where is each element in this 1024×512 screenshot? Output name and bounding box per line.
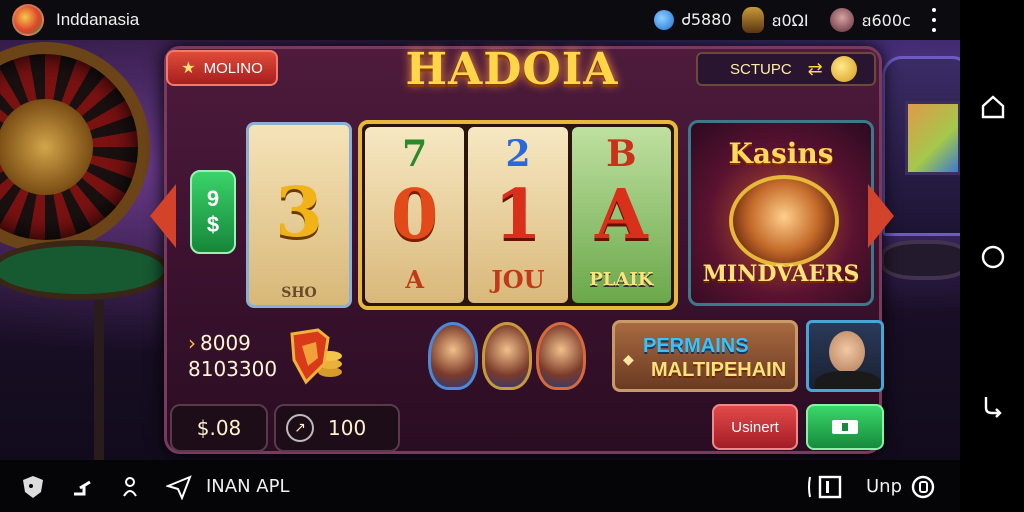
trophy-icon xyxy=(742,7,764,33)
card-icon xyxy=(832,420,858,434)
host-portrait[interactable] xyxy=(806,320,884,392)
next-arrow-button[interactable] xyxy=(868,184,894,248)
trophy-value: ꞛ0ΩΙ xyxy=(772,11,809,30)
shield-coins-icon[interactable] xyxy=(288,328,344,386)
bet-amount: $.08 xyxy=(196,416,242,440)
previous-arrow-button[interactable] xyxy=(150,184,176,248)
status-bar: Inddanasia Ꮷ5880 ꞛ0ΩΙ ꞛ600c xyxy=(0,0,960,40)
host-face-icon xyxy=(829,331,865,373)
reel: B A PLAIK xyxy=(571,127,671,303)
caret-icon: › xyxy=(188,331,196,355)
reel-symbol-bottom: PLAIK xyxy=(589,269,654,290)
red-action-label: Usinert xyxy=(731,418,779,436)
red-action-button[interactable]: Usinert xyxy=(712,404,798,450)
reel-symbol-top: 7 xyxy=(402,133,428,175)
reel-symbol-mid: 3 xyxy=(275,173,323,253)
gems-value: Ꮷ5880 xyxy=(682,10,732,29)
reel-symbol-mid: 1 xyxy=(494,175,542,255)
feature-subtitle: MINDVAERS xyxy=(702,261,860,287)
player-avatar-icon[interactable] xyxy=(428,322,478,390)
shield-icon[interactable] xyxy=(20,474,46,500)
player-avatar-icon[interactable] xyxy=(482,322,532,390)
back-icon[interactable] xyxy=(980,394,1006,420)
book-icon[interactable] xyxy=(806,474,846,500)
reel-symbol-mid: 0 xyxy=(391,175,439,255)
mode-button-label: MOLINO xyxy=(203,59,263,77)
bet-amount-box[interactable]: $.08 xyxy=(170,404,268,452)
single-reel: 3 SHO xyxy=(246,122,352,308)
casino-table-decor xyxy=(0,240,170,300)
system-navigation-bar xyxy=(960,0,1024,512)
lines-value: 100 xyxy=(328,416,367,440)
side-bonus-bottom: $ xyxy=(206,212,220,237)
table-stand-decor xyxy=(94,300,104,460)
reel-symbol-bottom: SHO xyxy=(281,285,317,301)
green-action-button[interactable] xyxy=(806,404,884,450)
lines-icon: ↗ xyxy=(286,414,314,442)
user-icon[interactable] xyxy=(118,474,144,500)
side-bonus-button[interactable]: 9 $ xyxy=(190,170,236,254)
arcade-screen-decor xyxy=(905,101,960,175)
home-icon[interactable] xyxy=(980,94,1006,120)
players-row xyxy=(428,322,588,392)
reel: 2 1 JOU xyxy=(468,127,568,303)
star-icon: ★ xyxy=(181,60,196,77)
swap-arrow-icon: ⇄ xyxy=(807,58,823,79)
reel: 7 0 A xyxy=(365,127,465,303)
jackpot-line1: 8009 xyxy=(200,331,251,355)
bottom-label[interactable]: INAN APL xyxy=(206,476,289,497)
send-icon[interactable] xyxy=(166,474,192,500)
bottom-bar: INAN APL Unp xyxy=(0,460,960,512)
feature-title: Kasins xyxy=(728,137,834,170)
transfer-icon[interactable] xyxy=(70,474,96,500)
jackpot-display: › 8009 8103300 xyxy=(188,330,277,382)
jackpot-line2: 8103300 xyxy=(188,357,278,381)
gem-icon xyxy=(654,10,674,30)
profile-value: ꞛ600c xyxy=(862,11,911,30)
overview-circle-icon[interactable] xyxy=(980,244,1006,270)
app-logo-icon[interactable] xyxy=(12,4,44,36)
reel-symbol-bottom: JOU xyxy=(491,265,545,294)
reel-group: 7 0 A 2 1 JOU B A PLAIK xyxy=(358,120,678,310)
feature-game-card[interactable]: Kasins MINDVAERS xyxy=(688,120,874,306)
more-menu-icon[interactable] xyxy=(926,8,942,32)
game-title: HADOIA xyxy=(405,44,619,95)
score-box[interactable]: SCTUPC ⇄ xyxy=(696,52,876,86)
side-bonus-top: 9 xyxy=(206,186,220,211)
roulette-wheel-decor xyxy=(0,42,150,252)
info-circle-icon[interactable] xyxy=(910,474,936,500)
gems-counter[interactable]: Ꮷ5880 xyxy=(654,9,732,31)
mode-button[interactable]: ★ MOLINO xyxy=(166,50,278,86)
host-suit-icon xyxy=(815,371,881,389)
promo-line2: MALTIPEHAIN xyxy=(651,359,787,381)
reel-symbol-bottom: A xyxy=(405,265,424,294)
feature-characters-image xyxy=(729,175,839,267)
player-avatar-icon[interactable] xyxy=(536,322,586,390)
reel-symbol-top: B xyxy=(606,133,637,175)
coin-icon xyxy=(830,56,857,82)
profile-counter[interactable]: ꞛ600c xyxy=(830,8,911,32)
diamond-icon: ◆ xyxy=(623,351,634,367)
reel-symbol-top: 2 xyxy=(505,133,531,175)
score-label: SCTUPC xyxy=(730,60,792,78)
trophy-counter[interactable]: ꞛ0ΩΙ xyxy=(742,7,809,33)
reel-symbol-mid: A xyxy=(594,175,648,255)
promo-line1: PERMAINS xyxy=(643,335,749,357)
lines-box[interactable]: ↗ 100 xyxy=(274,404,400,452)
promo-banner[interactable]: ◆ PERMAINS MALTIPEHAIN xyxy=(612,320,798,392)
bottom-right-label[interactable]: Unp xyxy=(866,476,902,497)
profile-icon xyxy=(830,8,854,32)
app-name: Inddanasia xyxy=(56,10,140,29)
